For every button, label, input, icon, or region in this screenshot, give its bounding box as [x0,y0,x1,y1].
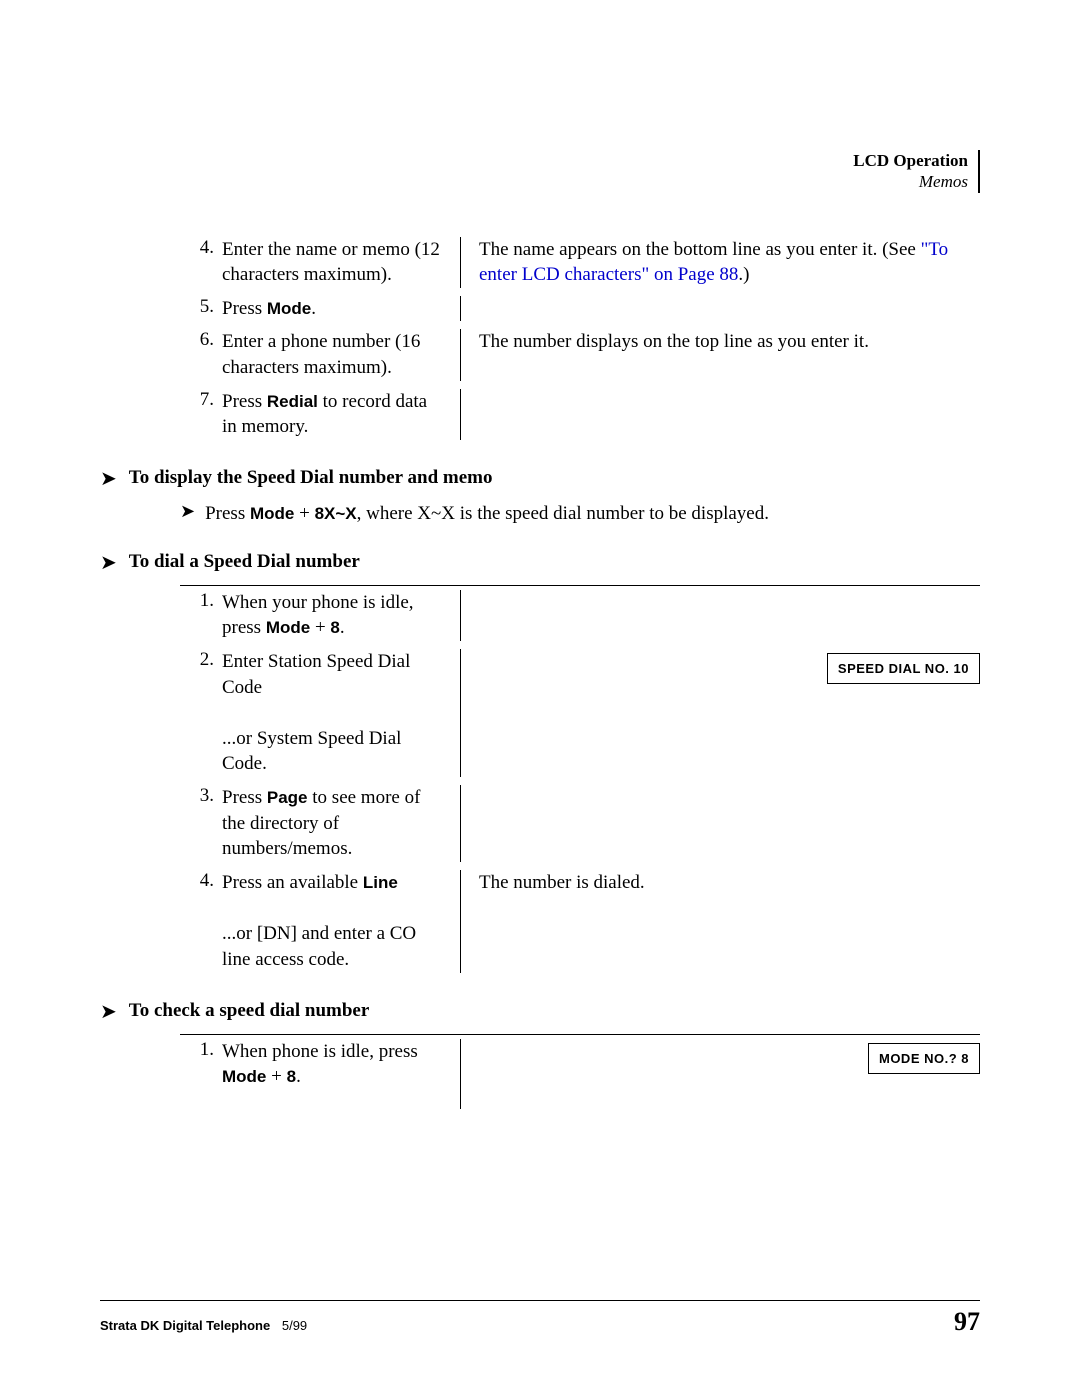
step-action: Enter the name or memo (12 characters ma… [222,237,460,288]
step-number: 4. [180,237,222,259]
step-result: SPEED DIAL NO. 10 [461,649,980,689]
text: + [310,617,330,638]
section-heading: ➤ To dial a Speed Dial number [100,550,980,575]
step-action: Enter Station Speed Dial Code ...or Syst… [222,649,460,777]
footer-date: 5/99 [282,1318,307,1333]
key-label: 8X~X [315,504,357,523]
heading-text: To check a speed dial number [129,1000,370,1022]
step-number: 3. [180,785,222,807]
text: ...or [DN] and enter a CO line access co… [222,923,416,970]
column-divider [460,296,461,322]
text: , where X~X is the speed dial number to … [357,503,769,524]
text: Press an available [222,872,363,893]
step-row: 1. When your phone is idle, press Mode +… [180,586,980,645]
step-row: 6. Enter a phone number (16 characters m… [180,325,980,384]
page: LCD Operation Memos 4. Enter the name or… [0,0,1080,1397]
key-label: 8 [330,618,339,637]
key-label: 8 [287,1067,296,1086]
step-row: 3. Press Page to see more of the directo… [180,781,980,866]
step-row: 4. Enter the name or memo (12 characters… [180,233,980,292]
text: . [296,1066,301,1087]
step-number: 7. [180,389,222,411]
section-heading: ➤ To display the Speed Dial number and m… [100,466,980,491]
text: + [294,503,314,524]
step-row: 4. Press an available Line ...or [DN] an… [180,866,980,977]
key-label: Line [363,873,398,892]
heading-text: To display the Speed Dial number and mem… [129,467,493,489]
lcd-display: SPEED DIAL NO. 10 [827,653,980,685]
arrow-icon: ➤ [180,501,195,522]
lcd-display: MODE NO.? 8 [868,1043,980,1075]
page-footer: Strata DK Digital Telephone 5/99 97 [100,1300,980,1337]
arrow-icon: ➤ [100,550,117,575]
step-action: When your phone is idle, press Mode + 8. [222,590,460,641]
instruction-bullet: ➤ Press Mode + 8X~X, where X~X is the sp… [180,501,980,528]
step-action: Press Redial to record data in memory. [222,389,460,440]
column-divider [460,785,461,862]
heading-text: To dial a Speed Dial number [129,551,360,573]
content-area: LCD Operation Memos 4. Enter the name or… [100,150,980,1297]
key-label: Page [267,788,308,807]
step-number: 6. [180,329,222,351]
key-label: Mode [222,1067,266,1086]
key-label: Mode [250,504,294,523]
key-label: Mode [267,299,311,318]
text: Press [205,503,250,524]
steps-continued: 4. Enter the name or memo (12 characters… [180,233,980,444]
header-subtitle: Memos [853,171,968,192]
column-divider [460,590,461,641]
steps-check: 1. When phone is idle, press Mode + 8. M… [180,1034,980,1113]
step-row: 1. When phone is idle, press Mode + 8. M… [180,1035,980,1113]
step-number: 1. [180,1039,222,1061]
text: Press [222,391,267,412]
text: ...or System Speed Dial Code. [222,728,401,775]
text: Enter Station Speed Dial Code [222,651,410,698]
key-label: Mode [266,618,310,637]
text: . [340,617,345,638]
step-result: MODE NO.? 8 [461,1039,980,1079]
key-label: Redial [267,392,318,411]
step-result: The number is dialed. [461,870,980,896]
step-action: Press an available Line ...or [DN] and e… [222,870,460,973]
step-row: 7. Press Redial to record data in memory… [180,385,980,444]
step-number: 4. [180,870,222,892]
arrow-icon: ➤ [100,999,117,1024]
arrow-icon: ➤ [100,466,117,491]
step-result: The name appears on the bottom line as y… [461,237,980,288]
text: The name appears on the bottom line as y… [479,239,921,260]
step-number: 5. [180,296,222,318]
column-divider [460,389,461,440]
text: Press [222,787,267,808]
header-title: LCD Operation [853,150,968,171]
text: .) [738,264,749,285]
section-heading: ➤ To check a speed dial number [100,999,980,1024]
text: Press [222,298,267,319]
running-header: LCD Operation Memos [100,150,980,193]
step-row: 2. Enter Station Speed Dial Code ...or S… [180,645,980,781]
text: When phone is idle, press [222,1041,418,1062]
text: + [266,1066,286,1087]
step-number: 2. [180,649,222,671]
bullet-text: Press Mode + 8X~X, where X~X is the spee… [205,501,980,528]
step-row: 5. Press Mode. [180,292,980,326]
step-action: Press Mode. [222,296,460,322]
step-action: When phone is idle, press Mode + 8. [222,1039,460,1090]
step-number: 1. [180,590,222,612]
text: . [311,298,316,319]
page-number: 97 [954,1307,980,1337]
step-action: Enter a phone number (16 characters maxi… [222,329,460,380]
step-action: Press Page to see more of the directory … [222,785,460,862]
product-name: Strata DK Digital Telephone [100,1318,270,1333]
steps-dial: 1. When your phone is idle, press Mode +… [180,585,980,977]
step-result: The number displays on the top line as y… [461,329,980,355]
footer-product: Strata DK Digital Telephone 5/99 [100,1318,307,1333]
